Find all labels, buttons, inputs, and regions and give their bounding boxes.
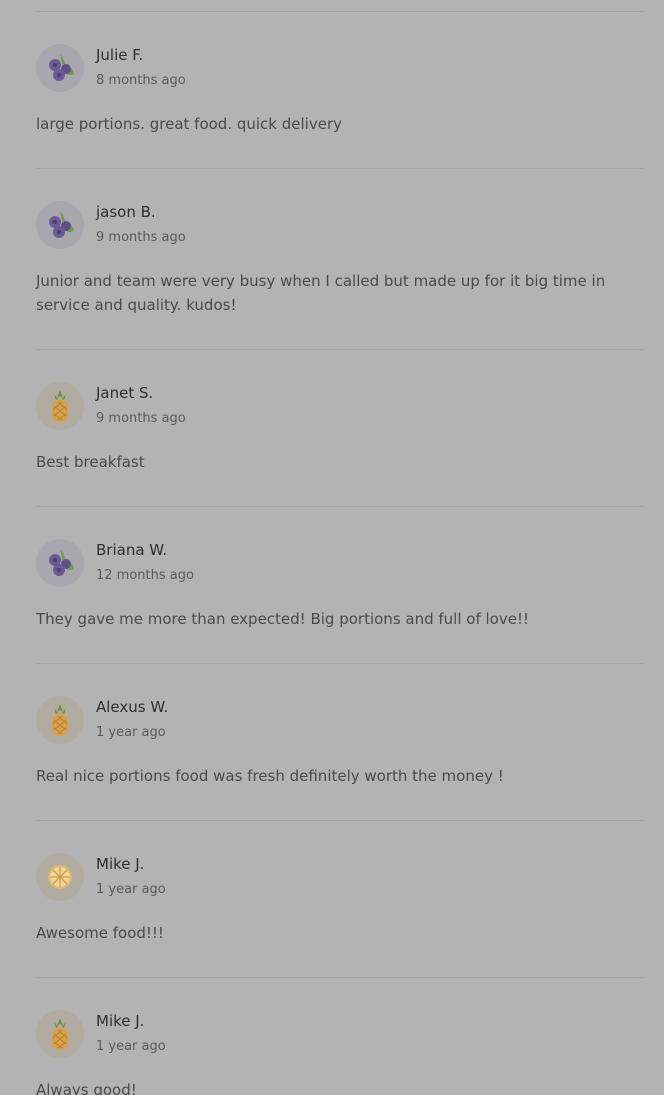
review-time: 1 year ago (96, 882, 166, 897)
reviewer-name: Janet S. (96, 384, 154, 402)
blueberry-icon (49, 211, 74, 238)
review-text: Junior and team were very busy when I ca… (36, 272, 606, 314)
reviewer-name: Julie F. (96, 46, 144, 64)
avatar (36, 44, 84, 92)
review-time: 9 months ago (96, 411, 186, 426)
divider (36, 349, 644, 350)
review-time: 8 months ago (96, 73, 186, 88)
pineapple-icon (52, 1018, 68, 1050)
review-text: They gave me more than expected! Big por… (36, 610, 529, 628)
orange-slice-icon (48, 865, 72, 889)
divider (36, 506, 644, 507)
review-text: Awesome food!!! (36, 924, 164, 942)
reviewer-name: Briana W. (96, 541, 168, 559)
blueberry-icon (49, 549, 74, 576)
reviewer-name: jason B. (96, 203, 156, 221)
review-text: Best breakfast (36, 453, 145, 471)
review-time: 12 months ago (96, 568, 194, 583)
reviewer-name: Alexus W. (96, 698, 169, 716)
avatar (36, 853, 84, 901)
divider (36, 11, 644, 12)
divider (36, 168, 644, 169)
review-time: 1 year ago (96, 725, 166, 740)
avatar (36, 201, 84, 249)
reviews-list: Julie F. 8 months ago large portions. gr… (0, 0, 664, 1095)
pineapple-icon (52, 390, 68, 422)
reviewer-name: Mike J. (96, 855, 145, 873)
review-time: 9 months ago (96, 230, 186, 245)
pineapple-icon (52, 704, 68, 736)
avatar (36, 382, 84, 430)
divider (36, 820, 644, 821)
avatar (36, 539, 84, 587)
review-text: large portions. great food. quick delive… (36, 115, 342, 133)
review-time: 1 year ago (96, 1039, 166, 1054)
review-text: Real nice portions food was fresh defini… (36, 767, 504, 785)
divider (36, 977, 644, 978)
divider (36, 663, 644, 664)
avatar (36, 1010, 84, 1058)
avatar (36, 696, 84, 744)
review-text: Always good! (36, 1081, 137, 1095)
blueberry-icon (49, 54, 74, 81)
reviewer-name: Mike J. (96, 1012, 145, 1030)
